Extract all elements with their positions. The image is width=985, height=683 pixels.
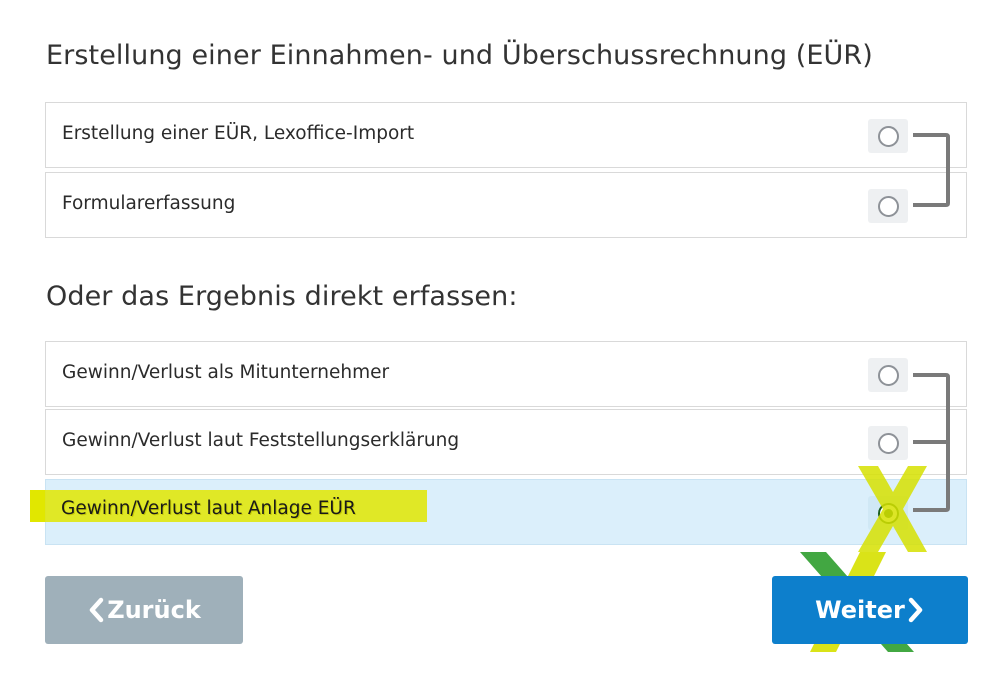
- radio-circle-icon: [878, 433, 899, 454]
- radio-button[interactable]: [868, 426, 908, 460]
- option-label: Erstellung einer EÜR, Lexoffice-Import: [62, 123, 415, 144]
- radio-button[interactable]: [868, 189, 908, 223]
- next-button[interactable]: Weiter: [772, 576, 968, 644]
- radio-circle-icon: [878, 196, 899, 217]
- option-label: Gewinn/Verlust als Mitunternehmer: [62, 362, 390, 383]
- back-button[interactable]: Zurück: [45, 576, 243, 644]
- next-button-label: Weiter: [815, 596, 905, 624]
- option-label: Gewinn/Verlust laut Feststellungserkläru…: [62, 430, 460, 451]
- radio-checked-icon: [878, 503, 899, 524]
- radio-circle-icon: [878, 365, 899, 386]
- option-label: Formularerfassung: [62, 193, 236, 214]
- chevron-right-icon: [908, 597, 923, 623]
- section1-title: Erstellung einer Einnahmen- und Überschu…: [46, 40, 873, 71]
- back-button-label: Zurück: [107, 596, 201, 624]
- radio-button[interactable]: [868, 358, 908, 392]
- radio-button[interactable]: [868, 496, 908, 530]
- option-feststellungserklaerung[interactable]: Gewinn/Verlust laut Feststellungserkläru…: [45, 409, 967, 475]
- radio-button[interactable]: [868, 119, 908, 153]
- chevron-left-icon: [89, 597, 104, 623]
- section2-title: Oder das Ergebnis direkt erfassen:: [46, 281, 518, 312]
- radio-circle-icon: [878, 126, 899, 147]
- option-euer-lexoffice-import[interactable]: Erstellung einer EÜR, Lexoffice-Import: [45, 102, 967, 168]
- selected-option-label: Gewinn/Verlust laut Anlage EÜR: [61, 498, 356, 519]
- option-formularerfassung[interactable]: Formularerfassung: [45, 172, 967, 238]
- option-mitunternehmer[interactable]: Gewinn/Verlust als Mitunternehmer: [45, 341, 967, 407]
